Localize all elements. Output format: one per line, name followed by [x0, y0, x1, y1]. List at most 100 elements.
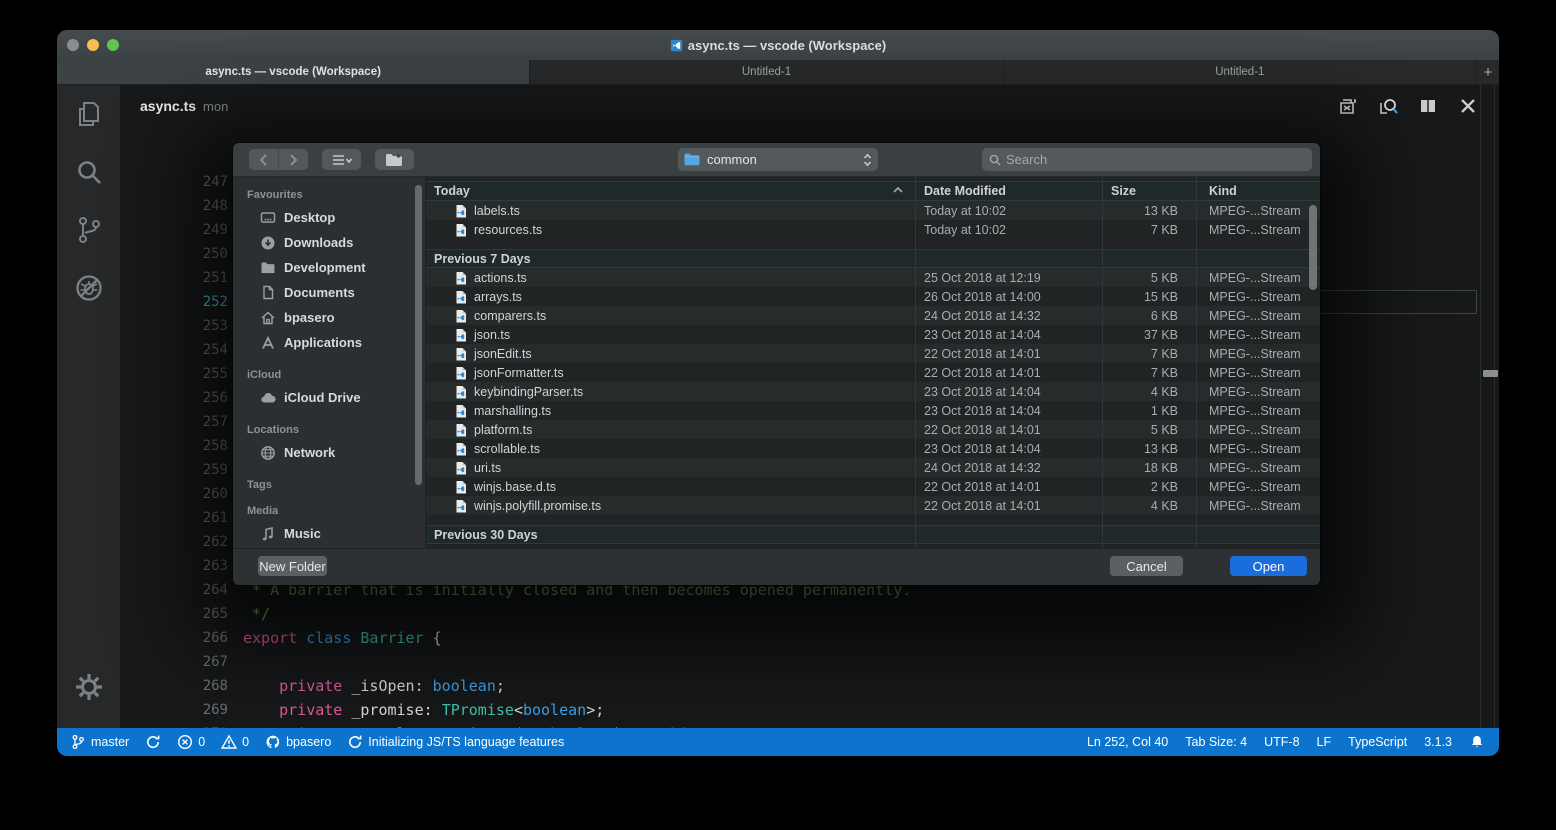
ts-file-icon — [454, 328, 468, 342]
file-row-platform.ts[interactable]: platform.ts22 Oct 2018 at 14:015 KBMPEG-… — [426, 420, 1320, 439]
file-size: 7 KB — [1022, 223, 1178, 237]
search-field[interactable] — [982, 148, 1312, 171]
status-master[interactable]: master — [70, 734, 129, 750]
status-bpasero[interactable]: bpasero — [265, 734, 331, 750]
debug-icon[interactable] — [57, 259, 120, 317]
column-divider[interactable] — [915, 177, 916, 548]
ts-file-icon — [454, 480, 468, 494]
file-row-uri.ts[interactable]: uri.ts24 Oct 2018 at 14:3218 KBMPEG-...S… — [426, 458, 1320, 477]
dialog-sidebar: FavouritesDesktopDownloadsDevelopmentDoc… — [233, 177, 426, 548]
home-icon — [259, 310, 276, 326]
sidebar-item-desktop[interactable]: Desktop — [233, 205, 425, 230]
file-size: 7 KB — [1022, 347, 1178, 361]
file-row-scrollable.ts[interactable]: scrollable.ts23 Oct 2018 at 14:0413 KBMP… — [426, 439, 1320, 458]
sidebar-item-downloads[interactable]: Downloads — [233, 230, 425, 255]
close-icon[interactable] — [1455, 93, 1481, 119]
sidebar-item-documents[interactable]: Documents — [233, 280, 425, 305]
list-header-row[interactable]: TodayDate ModifiedSizeKind — [426, 181, 1320, 201]
file-size: 5 KB — [1022, 271, 1178, 285]
file-list-scrollbar[interactable] — [1309, 205, 1317, 290]
sidebar-item-bpasero[interactable]: bpasero — [233, 305, 425, 330]
file-row-keybindingParser.ts[interactable]: keybindingParser.ts23 Oct 2018 at 14:044… — [426, 382, 1320, 401]
status-ln-252-col-40[interactable]: Ln 252, Col 40 — [1087, 735, 1168, 749]
new-folder-toolbar-button[interactable] — [375, 149, 414, 170]
file-row-resources.ts[interactable]: resources.tsToday at 10:027 KBMPEG-...St… — [426, 220, 1320, 239]
column-date-modified[interactable]: Date Modified — [924, 184, 1006, 198]
line-number: 269 — [120, 698, 228, 722]
file-row-actions.ts[interactable]: actions.ts25 Oct 2018 at 12:195 KBMPEG-.… — [426, 268, 1320, 287]
status-tab-size-4[interactable]: Tab Size: 4 — [1185, 735, 1247, 749]
search-input[interactable] — [1006, 152, 1286, 167]
open-button[interactable]: Open — [1230, 556, 1307, 576]
status-utf-8[interactable]: UTF-8 — [1264, 735, 1299, 749]
sidebar-scrollbar[interactable] — [415, 185, 422, 485]
code-line-269[interactable]: 269 private _promise: TPromise<boolean>; — [120, 698, 1499, 722]
code-line-268[interactable]: 268 private _isOpen: boolean; — [120, 674, 1499, 698]
globe-icon — [259, 445, 276, 461]
ts-file-icon — [454, 204, 468, 218]
file-row-marshalling.ts[interactable]: marshalling.ts23 Oct 2018 at 14:041 KBMP… — [426, 401, 1320, 420]
file-kind: MPEG-...Stream — [1209, 480, 1301, 494]
column-divider[interactable] — [1196, 177, 1197, 548]
source-control-icon[interactable] — [57, 201, 120, 259]
sidebar-item-development[interactable]: Development — [233, 255, 425, 280]
sidebar-item-icloud-drive[interactable]: iCloud Drive — [233, 385, 425, 410]
close-all-files-icon[interactable] — [1335, 93, 1361, 119]
code-line-267[interactable]: 267 — [120, 650, 1499, 674]
file-row-winjs.base.d.ts[interactable]: winjs.base.d.ts22 Oct 2018 at 14:012 KBM… — [426, 477, 1320, 496]
file-row-labels.ts[interactable]: labels.tsToday at 10:0213 KBMPEG-...Stre… — [426, 201, 1320, 220]
status-typescript[interactable]: TypeScript — [1348, 735, 1407, 749]
line-text: */ — [243, 602, 270, 626]
code-line-265[interactable]: 265 */ — [120, 602, 1499, 626]
code-line-266[interactable]: 266export class Barrier { — [120, 626, 1499, 650]
status-label: bpasero — [286, 735, 331, 749]
file-row-winjs.polyfill.promise.ts[interactable]: winjs.polyfill.promise.ts22 Oct 2018 at … — [426, 496, 1320, 515]
status-lf[interactable]: LF — [1317, 735, 1332, 749]
file-row-jsonEdit.ts[interactable]: jsonEdit.ts22 Oct 2018 at 14:017 KBMPEG-… — [426, 344, 1320, 363]
file-row-jsonFormatter.ts[interactable]: jsonFormatter.ts22 Oct 2018 at 14:017 KB… — [426, 363, 1320, 382]
applications-icon — [259, 335, 276, 351]
editor-scrollbar[interactable] — [1480, 85, 1499, 728]
explorer-icon[interactable] — [57, 85, 120, 143]
status-3-1-3[interactable]: 3.1.3 — [1424, 735, 1452, 749]
sidebar-item-network[interactable]: Network — [233, 440, 425, 465]
file-row-json.ts[interactable]: json.ts23 Oct 2018 at 14:0437 KBMPEG-...… — [426, 325, 1320, 344]
view-mode-button[interactable] — [322, 149, 361, 170]
status-label: Tab Size: 4 — [1185, 735, 1247, 749]
window-tab-3[interactable]: Untitled-1 — [1004, 60, 1477, 84]
file-row-comparers.ts[interactable]: comparers.ts24 Oct 2018 at 14:326 KBMPEG… — [426, 306, 1320, 325]
search-icon[interactable] — [57, 143, 120, 201]
line-number: 256 — [120, 386, 228, 410]
window-tab-2[interactable]: Untitled-1 — [530, 60, 1003, 84]
status-bell[interactable] — [1469, 734, 1485, 750]
status-0[interactable]: 0 — [221, 734, 249, 750]
forward-button[interactable] — [279, 149, 308, 170]
sidebar-item-label: Development — [284, 260, 366, 275]
file-row-arrays.ts[interactable]: arrays.ts26 Oct 2018 at 14:0015 KBMPEG-.… — [426, 287, 1320, 306]
column-size[interactable]: Size — [1111, 184, 1136, 198]
sidebar-item-label: Music — [284, 526, 321, 541]
window-tab-1[interactable]: async.ts — vscode (Workspace) — [57, 60, 530, 84]
dialog-toolbar: common — [233, 143, 1320, 177]
settings-gear-icon[interactable] — [57, 658, 120, 716]
column-divider[interactable] — [1102, 177, 1103, 548]
status-0[interactable]: 0 — [177, 734, 205, 750]
column-kind[interactable]: Kind — [1209, 184, 1237, 198]
status-sync[interactable] — [145, 734, 161, 750]
file-kind: MPEG-...Stream — [1209, 204, 1301, 218]
file-name: scrollable.ts — [474, 442, 540, 456]
status-label: Ln 252, Col 40 — [1087, 735, 1168, 749]
split-editor-icon[interactable] — [1415, 93, 1441, 119]
sidebar-item-music[interactable]: Music — [233, 521, 425, 546]
status-initializing-js-ts-language-features[interactable]: Initializing JS/TS language features — [347, 734, 564, 750]
cancel-button[interactable]: Cancel — [1110, 556, 1183, 576]
location-dropdown[interactable]: common — [678, 148, 878, 171]
sidebar-item-applications[interactable]: Applications — [233, 330, 425, 355]
back-button[interactable] — [249, 149, 278, 170]
new-folder-button[interactable]: New Folder — [258, 556, 327, 576]
file-search-icon[interactable] — [1375, 93, 1401, 119]
line-number: 250 — [120, 242, 228, 266]
new-tab-button[interactable]: + — [1477, 60, 1499, 84]
folder-icon — [684, 153, 700, 166]
sidebar-item-label: bpasero — [284, 310, 335, 325]
